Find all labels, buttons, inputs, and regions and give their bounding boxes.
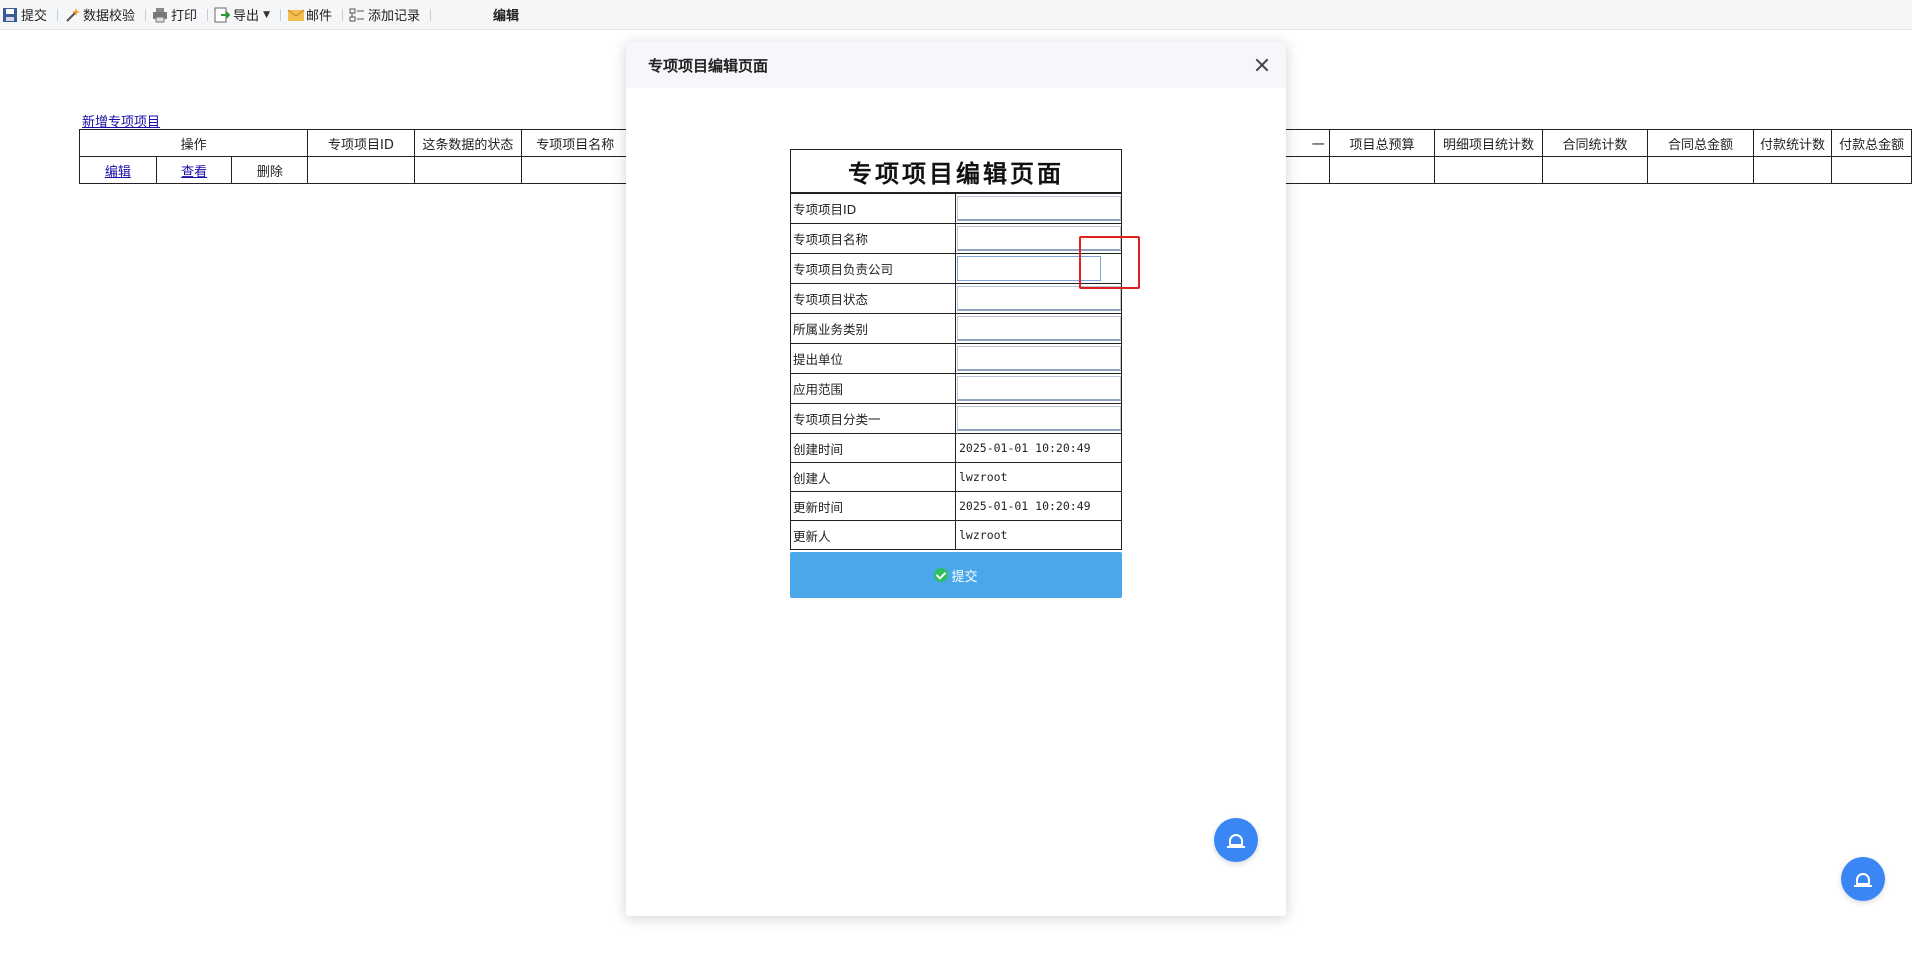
field-label: 提出单位 <box>790 343 956 374</box>
toolbar-title: 编辑 <box>493 9 520 24</box>
form-row: 专项项目负责公司 <box>790 253 1122 284</box>
toolbar-divider <box>342 8 343 21</box>
validate-data-label: 数据校验 <box>83 9 136 24</box>
form-row: 专项项目分类一 <box>790 403 1122 434</box>
save-icon <box>2 7 18 23</box>
field-label: 专项项目名称 <box>790 223 956 254</box>
submit-button-label: 提交 <box>951 569 978 585</box>
alarm-bell-icon <box>1854 873 1872 887</box>
form-row: 专项项目状态 <box>790 283 1122 314</box>
form-table: 专项项目ID 专项项目名称 专项项目负责公司 专项项目状态 所属业务类别 提出单… <box>790 193 1122 550</box>
alarm-fab-button[interactable] <box>1214 818 1258 862</box>
chevron-down-icon: ▼ <box>263 9 270 20</box>
field-label: 专项项目ID <box>790 193 956 224</box>
field-label: 专项项目状态 <box>790 283 956 314</box>
print-label: 打印 <box>171 9 198 24</box>
toolbar-divider <box>279 8 281 21</box>
view-link[interactable]: 查看 <box>181 165 207 180</box>
project-id-input[interactable] <box>957 196 1121 221</box>
submit-toolbar-label: 提交 <box>21 9 48 24</box>
form-row: 更新时间 2025-01-01 10:20:49 <box>790 491 1122 521</box>
column-header-project-name: 专项项目名称 <box>521 129 630 157</box>
field-label: 应用范围 <box>790 373 956 404</box>
form-row: 应用范围 <box>790 373 1122 404</box>
page-alarm-fab-button[interactable] <box>1841 857 1885 901</box>
form-row: 专项项目ID <box>790 193 1122 224</box>
column-header-payment-amount: 付款总金额 <box>1831 129 1912 157</box>
toolbar: 提交 数据校验 打印 导出 ▼ 邮件 添加记录 编辑 <box>0 0 1912 30</box>
export-label: 导出 <box>233 9 260 24</box>
export-button[interactable]: 导出 ▼ <box>212 0 276 30</box>
field-label: 更新时间 <box>790 491 956 521</box>
field-label: 所属业务类别 <box>790 313 956 344</box>
delete-action[interactable]: 删除 <box>231 156 309 184</box>
form-row: 专项项目名称 <box>790 223 1122 254</box>
table-cell <box>413 156 523 184</box>
project-category-one-input[interactable] <box>957 406 1121 431</box>
edit-form: 专项项目编辑页面 专项项目ID 专项项目名称 专项项目负责公司 专项项目状态 所… <box>790 149 1122 598</box>
form-row: 更新人 lwzroot <box>790 520 1122 550</box>
mail-icon <box>287 7 305 23</box>
application-scope-input[interactable] <box>957 376 1121 401</box>
creator-value: lwzroot <box>955 462 1122 492</box>
column-header-contract-amount: 合同总金额 <box>1647 129 1754 157</box>
table-cell <box>1647 156 1754 184</box>
table-cell <box>521 156 630 184</box>
mail-label: 邮件 <box>305 9 332 24</box>
submit-toolbar-button[interactable]: 提交 <box>0 0 53 30</box>
toolbar-divider <box>145 8 147 21</box>
highlight-box <box>1079 236 1140 289</box>
add-project-link[interactable]: 新增专项项目 <box>82 111 160 130</box>
add-record-label: 添加记录 <box>368 9 421 24</box>
form-title: 专项项目编辑页面 <box>790 149 1122 193</box>
add-record-button[interactable]: 添加记录 <box>347 0 426 30</box>
printer-icon <box>152 7 168 23</box>
close-icon[interactable] <box>1252 55 1272 75</box>
edit-link[interactable]: 编辑 <box>105 165 131 180</box>
column-header-total-budget: 项目总预算 <box>1328 129 1436 157</box>
column-header-detail-count: 明细项目统计数 <box>1434 129 1543 157</box>
check-circle-icon <box>934 568 949 582</box>
form-row: 创建人 lwzroot <box>790 462 1122 492</box>
business-category-input[interactable] <box>957 316 1121 341</box>
alarm-bell-icon <box>1227 834 1245 848</box>
column-header-contract-count: 合同统计数 <box>1541 129 1649 157</box>
column-header-status: 这条数据的状态 <box>413 129 523 157</box>
table-cell <box>1831 156 1912 184</box>
dialog-header: 专项项目编辑页面 <box>626 42 1286 88</box>
proposing-unit-input[interactable] <box>957 346 1121 371</box>
updater-value: lwzroot <box>955 520 1122 550</box>
field-label: 创建时间 <box>790 433 956 463</box>
form-row: 创建时间 2025-01-01 10:20:49 <box>790 433 1122 463</box>
field-label: 更新人 <box>790 520 956 550</box>
wand-icon <box>64 7 81 23</box>
column-header-actions: 操作 <box>78 129 309 157</box>
field-label: 专项项目分类一 <box>790 403 956 434</box>
submit-button[interactable]: 提交 <box>790 552 1122 598</box>
table-cell <box>1328 156 1436 184</box>
table-cell <box>1434 156 1543 184</box>
toolbar-divider <box>430 8 432 21</box>
mail-button[interactable]: 邮件 <box>285 0 338 30</box>
table-cell <box>1541 156 1649 184</box>
form-row: 所属业务类别 <box>790 313 1122 344</box>
toolbar-divider <box>57 8 59 21</box>
column-header-payment-count: 付款统计数 <box>1752 129 1833 157</box>
export-icon <box>214 7 231 23</box>
toolbar-divider <box>207 8 209 21</box>
form-row: 提出单位 <box>790 343 1122 374</box>
table-cell <box>307 156 415 184</box>
field-label: 专项项目负责公司 <box>790 253 956 284</box>
dialog-title: 专项项目编辑页面 <box>648 56 769 75</box>
validate-data-button[interactable]: 数据校验 <box>62 0 141 30</box>
field-label: 创建人 <box>790 462 956 492</box>
created-time-value: 2025-01-01 10:20:49 <box>955 433 1122 463</box>
project-status-input[interactable] <box>957 286 1121 311</box>
updated-time-value: 2025-01-01 10:20:49 <box>955 491 1122 521</box>
table-cell <box>1752 156 1833 184</box>
column-header-project-id: 专项项目ID <box>307 129 415 157</box>
print-button[interactable]: 打印 <box>150 0 203 30</box>
edit-dialog: 专项项目编辑页面 专项项目编辑页面 专项项目ID 专项项目名称 专项项目负责公司… <box>626 42 1286 916</box>
add-record-icon <box>349 7 365 23</box>
